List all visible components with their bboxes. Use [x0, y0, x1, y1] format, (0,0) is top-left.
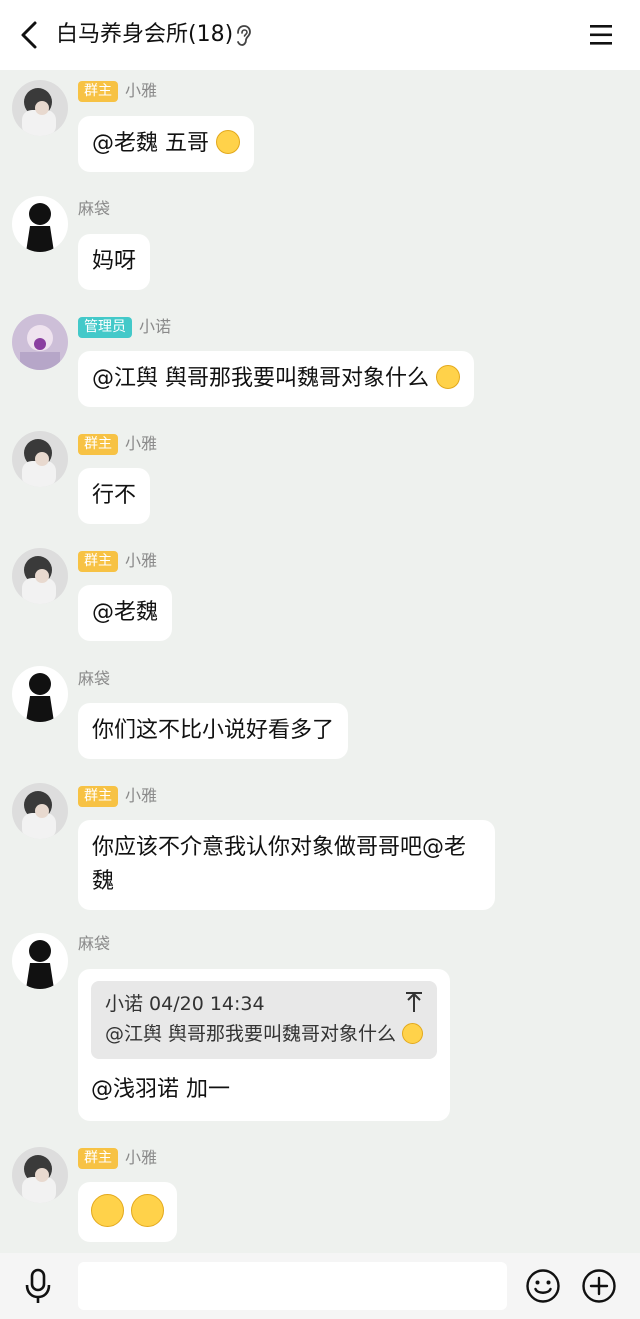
- avatar[interactable]: [12, 314, 68, 370]
- smirk-emoji: [91, 1194, 124, 1227]
- sender-name: 小雅: [125, 81, 158, 100]
- sender-name: 小雅: [125, 786, 158, 805]
- avatar[interactable]: [12, 1147, 68, 1203]
- message-bubble[interactable]: [78, 1182, 177, 1242]
- sender-name: 麻袋: [78, 934, 111, 953]
- chat-title: 白马养身会所(18): [56, 22, 234, 47]
- message-input[interactable]: [78, 1262, 507, 1310]
- sender-name: 小雅: [125, 551, 158, 570]
- owner-badge: 群主: [78, 785, 118, 807]
- message-bubble[interactable]: 小诺 04/20 14:34 @江舆 舆哥那我要叫魏哥对象什么 @浅羽诺 加一: [78, 969, 450, 1121]
- smirk-emoji: [131, 1194, 164, 1227]
- owner-badge: 群主: [78, 433, 118, 455]
- back-button[interactable]: [12, 17, 46, 53]
- smiley-icon: [526, 1269, 560, 1303]
- avatar[interactable]: [12, 80, 68, 136]
- message-text: 行不: [92, 483, 137, 508]
- emoji-button[interactable]: [525, 1268, 561, 1304]
- thinking-emoji: [216, 130, 240, 154]
- quote-text: @江舆 舆哥那我要叫魏哥对象什么: [105, 1023, 397, 1045]
- sender-name: 小雅: [125, 434, 158, 453]
- owner-badge: 群主: [78, 80, 118, 102]
- admin-badge: 管理员: [78, 316, 132, 338]
- plus-button[interactable]: [581, 1268, 617, 1304]
- sender-name: 麻袋: [78, 199, 111, 218]
- message-text: 你们这不比小说好看多了: [92, 718, 335, 743]
- message-bubble[interactable]: 你们这不比小说好看多了: [78, 703, 349, 759]
- chevron-left-icon: [21, 21, 37, 49]
- voice-button[interactable]: [22, 1267, 54, 1305]
- sender-name: 麻袋: [78, 669, 111, 688]
- chat-messages[interactable]: 群主 小雅 @老魏 五哥 麻袋 妈呀 管理员 小诺 @江舆 舆哥那我要叫魏哥对象…: [0, 70, 640, 1253]
- message-bubble[interactable]: @老魏: [78, 585, 173, 641]
- quote-meta: 小诺 04/20 14:34: [105, 993, 265, 1015]
- menu-icon: [590, 25, 612, 45]
- jump-to-top-icon[interactable]: [405, 991, 423, 1013]
- quoted-message[interactable]: 小诺 04/20 14:34 @江舆 舆哥那我要叫魏哥对象什么: [91, 981, 437, 1059]
- flushed-emoji: [402, 1023, 424, 1044]
- plus-circle-icon: [582, 1269, 616, 1303]
- ear-icon[interactable]: [234, 24, 252, 48]
- avatar[interactable]: [12, 431, 68, 487]
- owner-badge: 群主: [78, 1147, 118, 1169]
- message-text: 你应该不介意我认你对象做哥哥吧@老魏: [92, 835, 467, 894]
- message-bubble[interactable]: 行不: [78, 468, 151, 524]
- message-text: 妈呀: [92, 249, 137, 274]
- flushed-emoji: [436, 365, 460, 389]
- menu-button[interactable]: [584, 20, 618, 50]
- message-bubble[interactable]: 妈呀: [78, 234, 151, 290]
- message-text: @江舆 舆哥那我要叫魏哥对象什么: [92, 366, 429, 391]
- top-bar: 白马养身会所(18): [0, 0, 640, 70]
- sender-name: 小雅: [125, 1148, 158, 1167]
- message-bubble[interactable]: @老魏 五哥: [78, 116, 254, 172]
- message-text: @老魏: [92, 600, 159, 625]
- message-bubble[interactable]: 你应该不介意我认你对象做哥哥吧@老魏: [78, 820, 495, 910]
- avatar[interactable]: [12, 666, 68, 722]
- message-text: @浅羽诺 加一: [91, 1077, 230, 1102]
- message-text: @老魏 五哥: [92, 131, 209, 156]
- avatar[interactable]: [12, 196, 68, 252]
- message-bubble[interactable]: @江舆 舆哥那我要叫魏哥对象什么: [78, 351, 474, 407]
- avatar[interactable]: [12, 783, 68, 839]
- sender-name: 小诺: [139, 317, 172, 336]
- microphone-icon: [25, 1268, 51, 1303]
- input-bar: [0, 1253, 640, 1319]
- avatar[interactable]: [12, 548, 68, 604]
- avatar[interactable]: [12, 933, 68, 989]
- owner-badge: 群主: [78, 550, 118, 572]
